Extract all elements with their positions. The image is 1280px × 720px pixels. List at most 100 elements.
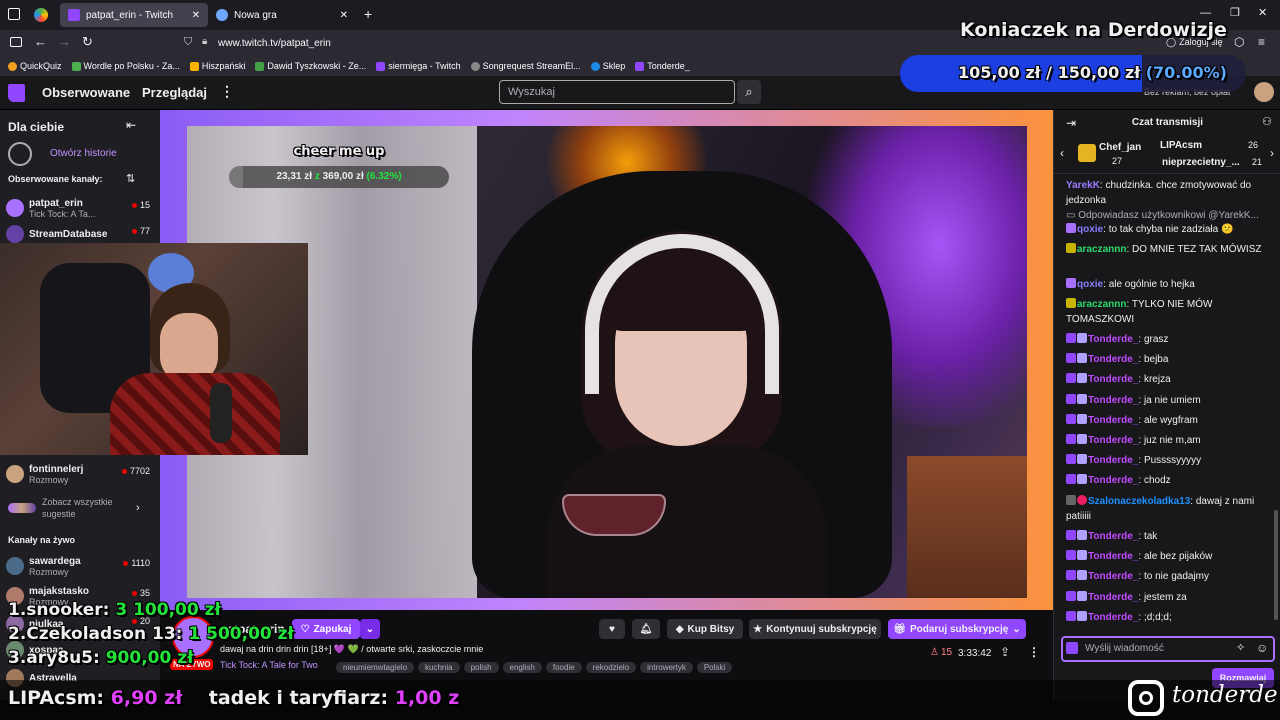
continue-sub-button[interactable]: ★ Kontynuuj subskrypcję [749, 619, 881, 639]
followed-header: Obserwowane kanały: [8, 174, 103, 184]
chat-username[interactable]: araczannn [1077, 244, 1126, 255]
bookmark-item[interactable]: Dawid Tyszkowski - Ze... [255, 61, 366, 71]
follow-dropdown[interactable]: ⌄ [360, 619, 380, 639]
tab-list-icon[interactable] [8, 8, 20, 20]
extensions-icon[interactable]: ⬡ [1234, 35, 1244, 49]
tab-twitch[interactable]: patpat_erin - Twitch ✕ [60, 3, 208, 27]
bookmark-item[interactable]: siermięga - Twitch [376, 61, 461, 71]
user-avatar[interactable] [1254, 82, 1274, 102]
bookmark-item[interactable]: Sklep [590, 61, 625, 71]
tab-new-game[interactable]: Nowa gra ✕ [208, 3, 356, 27]
open-stories-link[interactable]: Otwórz historie [50, 148, 117, 159]
bookmark-item[interactable]: Hiszpański [189, 61, 245, 71]
see-all-suggestions[interactable]: Zobacz wszystkie sugestie › [8, 496, 148, 520]
tab-pinned[interactable] [34, 8, 48, 22]
emote-icon[interactable]: ☺ [1256, 641, 1268, 655]
close-tab-icon[interactable]: ✕ [192, 10, 200, 21]
chat-reply-note: ▭ Odpowiadasz użytkownikowi @YarekK... [1066, 208, 1274, 223]
close-tab-icon[interactable]: ✕ [340, 10, 348, 21]
chat-username[interactable]: Tonderde_ [1088, 395, 1138, 406]
bookmark-item[interactable]: Wordle po Polsku - Za... [71, 61, 180, 71]
maximize-icon[interactable]: ❐ [1230, 6, 1240, 19]
stream-category[interactable]: Tick Tock: A Tale for Two [220, 660, 318, 670]
tag[interactable]: kuchnia [418, 662, 460, 673]
bookmark-item[interactable]: Tonderde_ [635, 61, 690, 71]
like-button[interactable]: ♥ [599, 619, 625, 639]
menu-icon[interactable]: ≡ [1258, 35, 1265, 49]
bookmark-item[interactable]: Songrequest StreamEl... [470, 61, 581, 71]
more-icon[interactable]: ⋮ [220, 83, 234, 100]
chat-username[interactable]: Tonderde_ [1088, 571, 1138, 582]
chat-username[interactable]: qoxie [1077, 279, 1103, 290]
more-options-icon[interactable]: ⋮ [1028, 645, 1040, 659]
stream-video[interactable] [187, 126, 1027, 598]
continue-sub-label: Kontynuuj subskrypcję [766, 623, 877, 635]
lock-icon[interactable]: 🔒︎ [202, 36, 207, 47]
chevron-right-icon[interactable]: › [1270, 146, 1274, 160]
share-icon[interactable]: ⇪ [1000, 645, 1010, 659]
search-button[interactable]: ⌕ [737, 80, 761, 104]
new-tab-icon[interactable]: + [364, 6, 372, 22]
sidebar-toggle-icon[interactable] [10, 37, 22, 47]
sidebar-channel[interactable]: sawardega Rozmowy 1110 [6, 554, 154, 578]
shield-icon[interactable]: ⛉ [184, 36, 192, 49]
tag[interactable]: nieumiemwtagielo [336, 662, 415, 673]
chat-badge-icon[interactable] [1066, 642, 1078, 654]
back-icon[interactable]: ← [34, 34, 47, 49]
stories-avatar[interactable] [8, 142, 32, 166]
chat-username[interactable]: Szalonaczekoladka13 [1088, 496, 1190, 507]
tag[interactable]: introwertyk [640, 662, 693, 673]
minimize-icon[interactable]: — [1200, 7, 1211, 19]
notify-button[interactable]: 🔔︎ [632, 619, 660, 639]
chat-username[interactable]: Tonderde_ [1088, 334, 1138, 345]
donor-rank: 1. [8, 600, 27, 620]
cheer-goal-title: cheer me up [293, 144, 385, 159]
sort-icon[interactable]: ⇅ [126, 172, 135, 185]
chat-username[interactable]: Tonderde_ [1088, 374, 1138, 385]
goal-pct: (70.00%) [1145, 63, 1227, 82]
chat-users-icon[interactable]: ⚇ [1262, 115, 1272, 128]
chat-username[interactable]: Tonderde_ [1088, 551, 1138, 562]
chat-username[interactable]: Tonderde_ [1088, 592, 1138, 603]
forward-icon[interactable]: → [58, 34, 71, 49]
chat-username[interactable]: Tonderde_ [1088, 531, 1138, 542]
chat-text: DO MNIE TEZ TAK MÓWISZ [1132, 244, 1262, 255]
sidebar-channel[interactable]: patpat_erin Tick Tock: A Ta... 15 [6, 196, 154, 220]
chat-text: chodz [1143, 475, 1171, 486]
search-icon: ⌕ [745, 84, 753, 99]
nav-following[interactable]: Obserwowane [42, 85, 130, 100]
chat-username[interactable]: YarekK [1066, 180, 1100, 191]
search-input[interactable]: Wyszukaj [499, 80, 735, 104]
heart-badge-icon [1077, 495, 1087, 505]
tag[interactable]: foodie [545, 662, 582, 673]
sidebar-channel[interactable]: fontinnelerj Rozmowy 7702 [6, 462, 154, 486]
chevron-left-icon[interactable]: ‹ [1060, 146, 1064, 160]
chat-scrollbar[interactable] [1274, 510, 1278, 620]
bookmark-item[interactable]: QuickQuiz [8, 61, 62, 71]
chat-username[interactable]: araczannn [1077, 299, 1126, 310]
leader-name: nieprzecietny_... [1162, 157, 1240, 168]
chat-text: Odpowiadasz użytkownikowi @YarekK... [1078, 210, 1259, 221]
nav-browse[interactable]: Przeglądaj [142, 85, 207, 100]
tag[interactable]: rekodzielo [585, 662, 637, 673]
collapse-sidebar-icon[interactable]: ⇤ [126, 118, 136, 132]
goal-target: 150,00 zł [1057, 63, 1141, 82]
chat-username[interactable]: Tonderde_ [1088, 354, 1138, 365]
gift-sub-button[interactable]: 🎁︎ Podaruj subskrypcję ⌄ [888, 619, 1026, 639]
buy-bits-button[interactable]: ◆ Kup Bitsy [667, 619, 743, 639]
chat-username[interactable]: Tonderde_ [1088, 435, 1138, 446]
chat-username[interactable]: Tonderde_ [1088, 455, 1138, 466]
twitch-logo-icon[interactable] [8, 84, 25, 102]
tag[interactable]: english [502, 662, 542, 673]
chat-username[interactable]: Tonderde_ [1088, 612, 1138, 623]
chat-username[interactable]: Tonderde_ [1088, 475, 1138, 486]
reload-icon[interactable]: ↻ [82, 34, 93, 50]
tag[interactable]: polish [463, 662, 499, 673]
url-field[interactable]: www.twitch.tv/patpat_erin [218, 38, 331, 49]
chat-username[interactable]: qoxie [1077, 224, 1103, 235]
bits-picker-icon[interactable]: ✧ [1236, 641, 1245, 654]
close-window-icon[interactable]: ✕ [1258, 6, 1267, 19]
chat-username[interactable]: Tonderde_ [1088, 415, 1138, 426]
tag[interactable]: Polski [696, 662, 733, 673]
follow-button[interactable]: ♡ Zapukaj [292, 619, 360, 639]
